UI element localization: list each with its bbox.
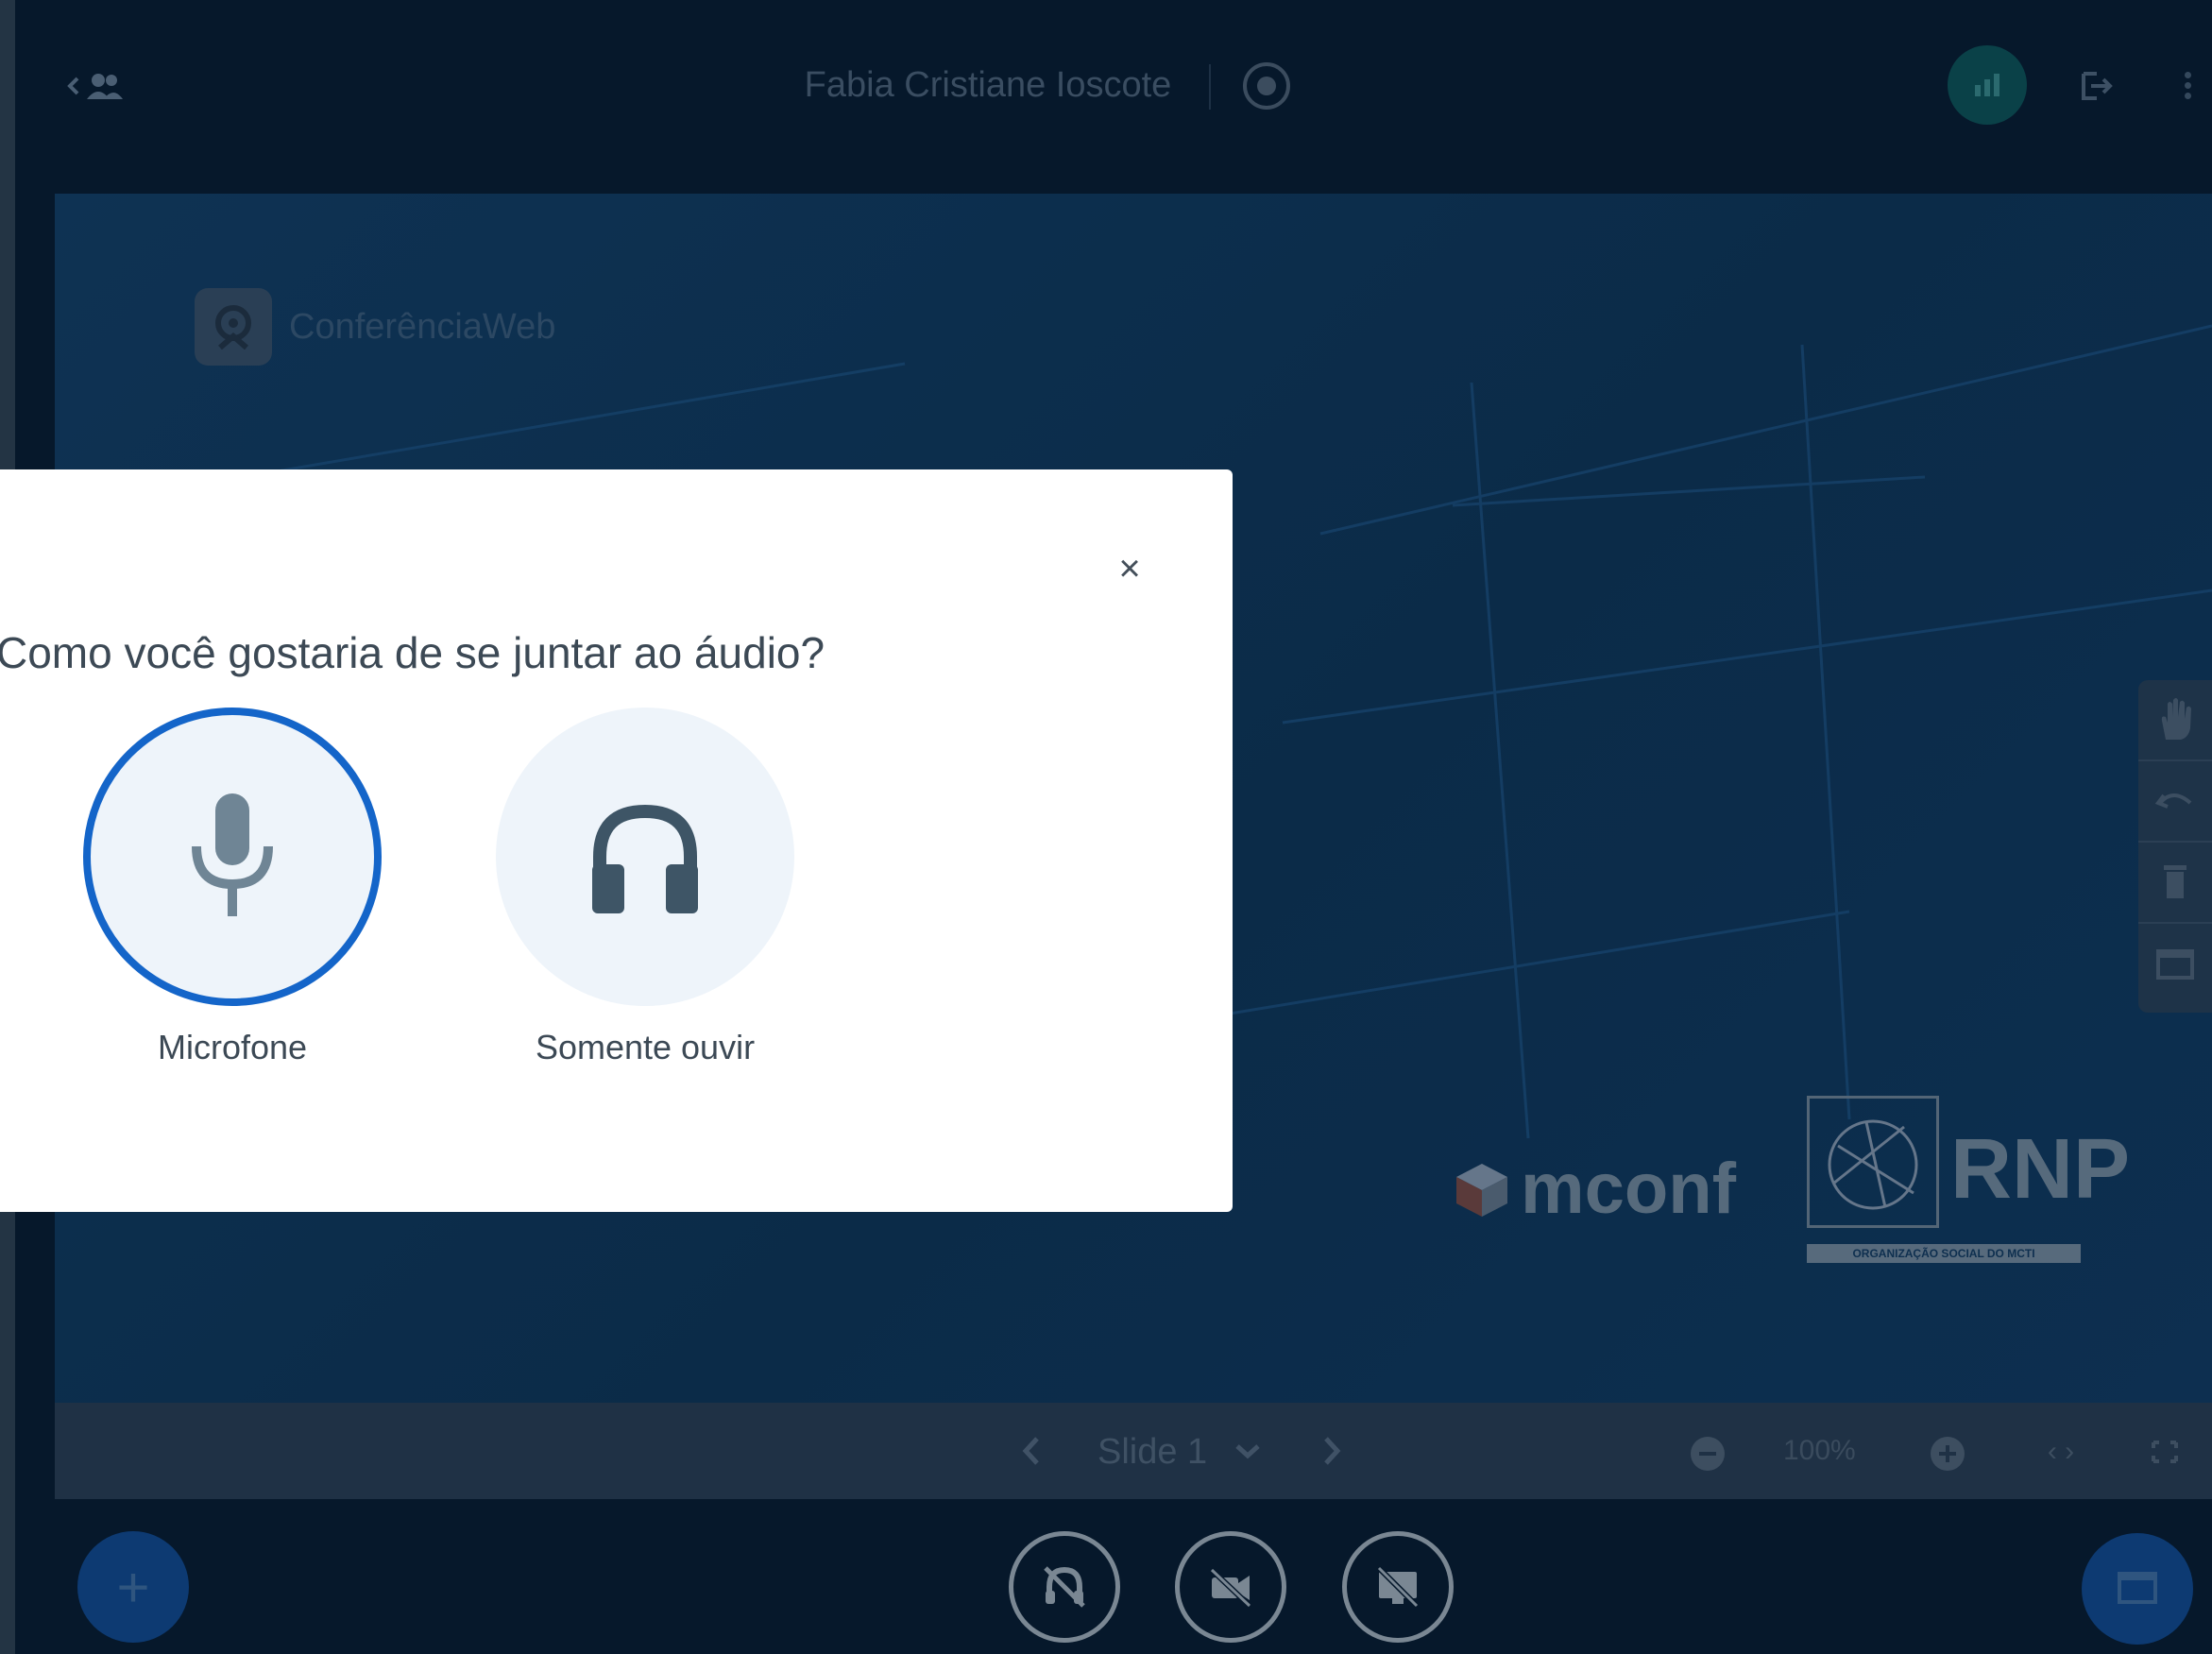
rnp-text: RNP <box>1950 1122 2131 1217</box>
video-off-icon <box>1209 1567 1252 1609</box>
fit-to-width-button[interactable]: ‹ › <box>2033 1429 2089 1475</box>
microphone-option-label: Microfone <box>157 1028 308 1066</box>
hand-icon <box>2161 698 2191 740</box>
rnp-network-icon <box>1807 1096 1939 1228</box>
brand-text: ConferênciaWeb <box>289 306 556 347</box>
leave-meeting-button[interactable] <box>2074 62 2121 110</box>
slide-select[interactable]: Slide 1 <box>1097 1424 1211 1480</box>
microphone-option-button[interactable]: Microfone <box>74 708 385 1085</box>
undo-button[interactable] <box>2138 761 2212 843</box>
cube-logo-icon <box>1456 1163 1507 1217</box>
chevron-right-icon <box>1324 1437 1341 1465</box>
zoom-in-button[interactable] <box>1931 1437 1965 1471</box>
undo-icon <box>2154 793 2192 809</box>
presentation-icon <box>2118 1572 2157 1604</box>
fullscreen-button[interactable] <box>2138 1429 2191 1475</box>
previous-slide-button[interactable] <box>1009 1427 1056 1475</box>
fullscreen-icon <box>2152 1441 2178 1463</box>
users-list-toggle-button[interactable] <box>57 62 142 110</box>
record-button[interactable] <box>1243 62 1290 110</box>
chevron-down-icon <box>1235 1444 1260 1459</box>
hand-tool-button[interactable] <box>2138 680 2212 761</box>
desktop-share-off-icon <box>1376 1565 1420 1609</box>
clear-annotations-button[interactable] <box>2138 843 2212 924</box>
listen-only-option-button[interactable]: Somente ouvir <box>486 708 798 1085</box>
audio-join-modal: × Como você gostaria de se juntar ao áud… <box>0 469 1233 1212</box>
webcam-logo-icon <box>195 288 272 366</box>
connection-status-button[interactable] <box>1948 45 2027 125</box>
listen-only-option-circle[interactable] <box>496 708 794 1006</box>
meeting-title: Fabia Cristiane Ioscote <box>804 65 1172 105</box>
more-options-button[interactable] <box>2170 62 2204 110</box>
restore-presentation-button[interactable] <box>2082 1533 2193 1645</box>
slide-dropdown-button[interactable] <box>1224 1427 1271 1475</box>
title-divider <box>1209 64 1211 110</box>
close-modal-button[interactable]: × <box>1103 545 1156 592</box>
next-slide-button[interactable] <box>1307 1427 1354 1475</box>
listen-only-option-label: Somente ouvir <box>535 1028 756 1066</box>
share-webcam-button[interactable] <box>1175 1531 1286 1643</box>
mconf-logo: mconf <box>1453 1148 1736 1230</box>
conferenciaweb-logo: ConferênciaWeb <box>195 288 555 366</box>
zoom-out-button[interactable] <box>1691 1437 1725 1471</box>
trash-icon <box>2164 865 2186 898</box>
bottom-action-bar: + <box>15 1499 2212 1654</box>
logout-icon <box>2082 72 2113 100</box>
modal-title: Como você gostaria de se juntar ao áudio… <box>0 628 825 677</box>
microphone-option-circle[interactable] <box>83 708 382 1006</box>
zoom-level: 100% <box>1783 1435 1856 1466</box>
share-screen-button[interactable] <box>1342 1531 1454 1643</box>
mconf-text: mconf <box>1521 1149 1736 1229</box>
users-icon <box>67 74 123 99</box>
rnp-subtitle: ORGANIZAÇÃO SOCIAL DO MCTI <box>1807 1244 2081 1263</box>
top-navigation-bar: Fabia Cristiane Ioscote <box>15 0 2212 170</box>
actions-button[interactable]: + <box>77 1531 189 1643</box>
multi-user-whiteboard-button[interactable] <box>2138 924 2212 1005</box>
window-icon <box>2156 949 2194 980</box>
join-audio-button[interactable] <box>1009 1531 1120 1643</box>
presentation-toolbar: Slide 1 100% ‹ › <box>55 1403 2212 1499</box>
whiteboard-toolbar <box>2138 680 2212 1013</box>
chevron-left-icon <box>1022 1437 1039 1465</box>
headphones-slash-icon <box>1044 1566 1085 1608</box>
headphones-icon <box>592 804 698 913</box>
microphone-icon <box>192 793 273 916</box>
